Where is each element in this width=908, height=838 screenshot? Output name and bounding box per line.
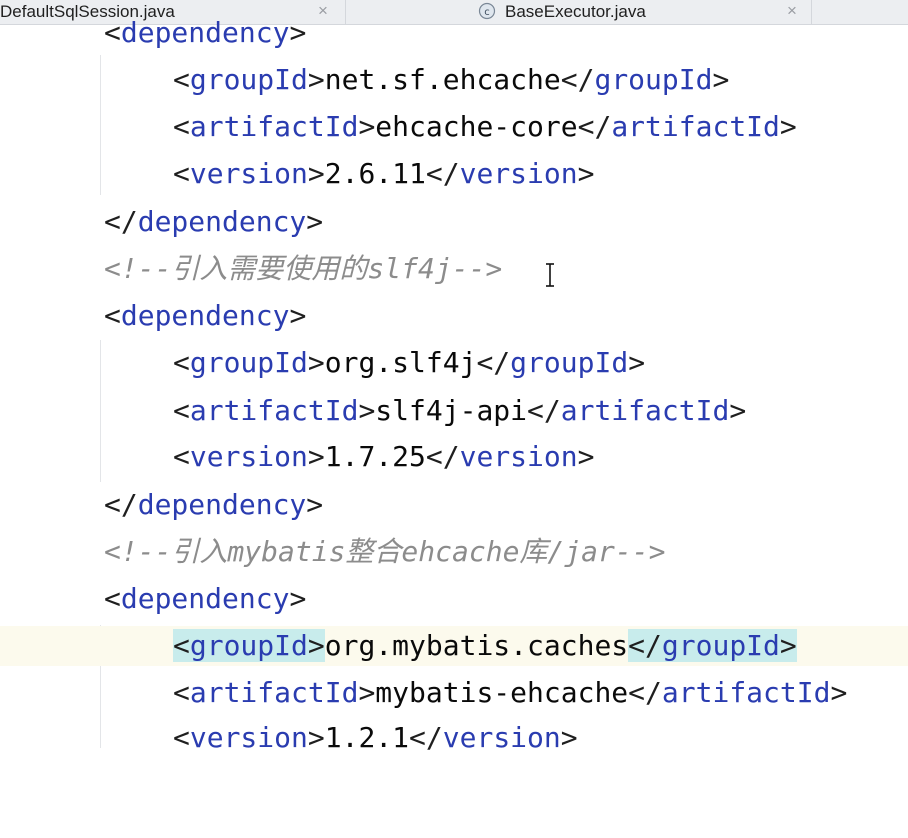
code-line[interactable]: <version>1.2.1</version> — [0, 718, 908, 758]
code-line[interactable]: </dependency> — [0, 485, 908, 525]
code-line[interactable]: <dependency> — [0, 579, 908, 619]
xml-tag: version — [189, 157, 308, 190]
xml-tag: version — [459, 157, 578, 190]
xml-value: 1.7.25 — [324, 440, 426, 473]
code-line[interactable]: <artifactId>mybatis-ehcache</artifactId> — [0, 673, 908, 713]
xml-tag: version — [189, 440, 308, 473]
xml-value: org.mybatis.caches — [324, 629, 629, 662]
xml-value: slf4j-api — [375, 394, 528, 427]
matched-open-tag: <groupId> — [173, 629, 325, 662]
xml-value: mybatis-ehcache — [375, 676, 629, 709]
text-cursor-icon — [546, 263, 554, 287]
xml-tag: groupId — [594, 63, 713, 96]
code-line[interactable]: <version>2.6.11</version> — [0, 154, 908, 194]
code-line[interactable]: <dependency> — [0, 13, 908, 53]
code-line[interactable]: <groupId>org.slf4j</groupId> — [0, 343, 908, 383]
xml-tag: artifactId — [560, 394, 730, 427]
xml-tag: version — [459, 440, 578, 473]
xml-tag: version — [442, 721, 561, 754]
xml-tag: dependency — [137, 205, 307, 238]
code-line[interactable]: <version>1.7.25</version> — [0, 437, 908, 477]
xml-tag: groupId — [510, 346, 629, 379]
code-line[interactable]: <artifactId>slf4j-api</artifactId> — [0, 391, 908, 431]
xml-value: net.sf.ehcache — [324, 63, 561, 96]
xml-tag: artifactId — [189, 110, 359, 143]
xml-tag: groupId — [189, 63, 308, 96]
code-line[interactable]: <dependency> — [0, 296, 908, 336]
xml-tag: artifactId — [189, 394, 359, 427]
xml-comment: <!--引入需要使用的slf4j--> — [104, 252, 503, 285]
code-line[interactable]: <groupId>net.sf.ehcache</groupId> — [0, 60, 908, 100]
xml-tag: groupId — [189, 346, 308, 379]
xml-comment: <!--引入mybatis整合ehcache库/jar--> — [104, 535, 666, 568]
xml-tag: artifactId — [189, 676, 359, 709]
code-line[interactable]: <!--引入需要使用的slf4j--> — [0, 249, 908, 289]
matched-close-tag: </groupId> — [628, 629, 797, 662]
xml-value: ehcache-core — [375, 110, 578, 143]
code-editor[interactable]: <dependency> <groupId>net.sf.ehcache</gr… — [0, 16, 908, 754]
code-line[interactable]: <!--引入mybatis整合ehcache库/jar--> — [0, 532, 908, 572]
xml-tag: groupId — [189, 629, 308, 662]
current-code-line[interactable]: <groupId>org.mybatis.caches</groupId> — [0, 626, 908, 666]
xml-tag: dependency — [120, 582, 290, 615]
xml-tag: artifactId — [611, 110, 780, 143]
xml-tag: version — [189, 721, 308, 754]
code-line[interactable]: </dependency> — [0, 202, 908, 242]
xml-value: 1.2.1 — [324, 721, 410, 754]
xml-tag: artifactId — [661, 676, 831, 709]
xml-tag: groupId — [661, 629, 780, 662]
xml-tag: dependency — [120, 299, 290, 332]
xml-tag: dependency — [120, 16, 290, 49]
xml-value: org.slf4j — [324, 346, 477, 379]
xml-value: 2.6.11 — [324, 157, 426, 190]
code-line[interactable]: <artifactId>ehcache-core</artifactId> — [0, 107, 908, 147]
xml-tag: dependency — [137, 488, 307, 521]
